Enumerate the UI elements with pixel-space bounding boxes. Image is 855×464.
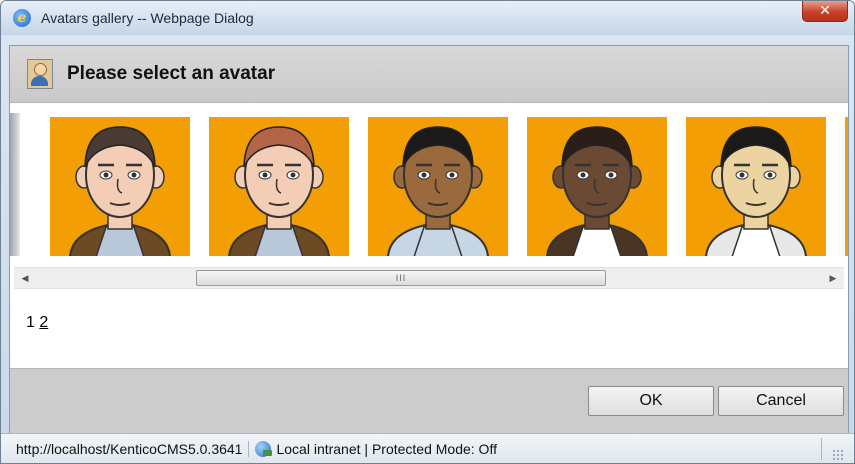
page-current: 1 (26, 314, 35, 331)
avatar-dark-hair-man-icon[interactable] (50, 117, 190, 256)
avatar-black-hair-man-icon[interactable] (368, 117, 508, 256)
scrollbar-thumb[interactable]: III (196, 270, 606, 286)
gallery-partial-avatar-right[interactable] (845, 117, 848, 256)
cancel-button[interactable]: Cancel (718, 386, 844, 416)
internet-explorer-icon: e (13, 9, 31, 27)
avatar-face-illustration (228, 126, 330, 256)
close-button[interactable]: ✕ (802, 1, 848, 22)
dialog-content: Please select an avatar ◀ III ▶ 1 2 OK C… (9, 45, 849, 433)
avatar-user-icon (27, 59, 53, 89)
avatar-face-illustration (705, 126, 807, 256)
scroll-right-arrow-icon[interactable]: ▶ (824, 268, 842, 288)
status-url: http://localhost/KenticoCMS5.0.3641 (16, 441, 250, 457)
avatar-gallery (10, 113, 848, 256)
avatar-face-illustration (69, 126, 171, 256)
status-divider (821, 438, 822, 460)
avatar-face-illustration (387, 126, 489, 256)
status-bar: http://localhost/KenticoCMS5.0.3641 Loca… (1, 433, 854, 463)
avatar-red-hair-man-icon[interactable] (209, 117, 349, 256)
dialog-window: e Avatars gallery -- Webpage Dialog ✕ Pl… (0, 0, 855, 464)
resize-grip-icon[interactable] (832, 449, 844, 461)
security-zone: Local intranet | Protected Mode: Off (276, 441, 497, 457)
ok-button[interactable]: OK (588, 386, 714, 416)
pagination: 1 2 (26, 314, 48, 332)
page-title: Please select an avatar (67, 63, 276, 84)
scroll-left-arrow-icon[interactable]: ◀ (16, 268, 34, 288)
dialog-footer: OK Cancel (10, 368, 848, 433)
title-bar[interactable]: e Avatars gallery -- Webpage Dialog ✕ (1, 1, 854, 35)
avatar-face-illustration (546, 126, 648, 256)
globe-icon (255, 441, 273, 457)
page-link-2[interactable]: 2 (39, 314, 48, 331)
window-title: Avatars gallery -- Webpage Dialog (41, 10, 254, 26)
horizontal-scrollbar[interactable]: ◀ III ▶ (14, 267, 844, 289)
avatar-bald-goatee-man-icon[interactable] (527, 117, 667, 256)
avatar-long-hair-man-icon[interactable] (686, 117, 826, 256)
gallery-partial-avatar-left (10, 113, 20, 256)
dialog-header: Please select an avatar (10, 46, 848, 103)
